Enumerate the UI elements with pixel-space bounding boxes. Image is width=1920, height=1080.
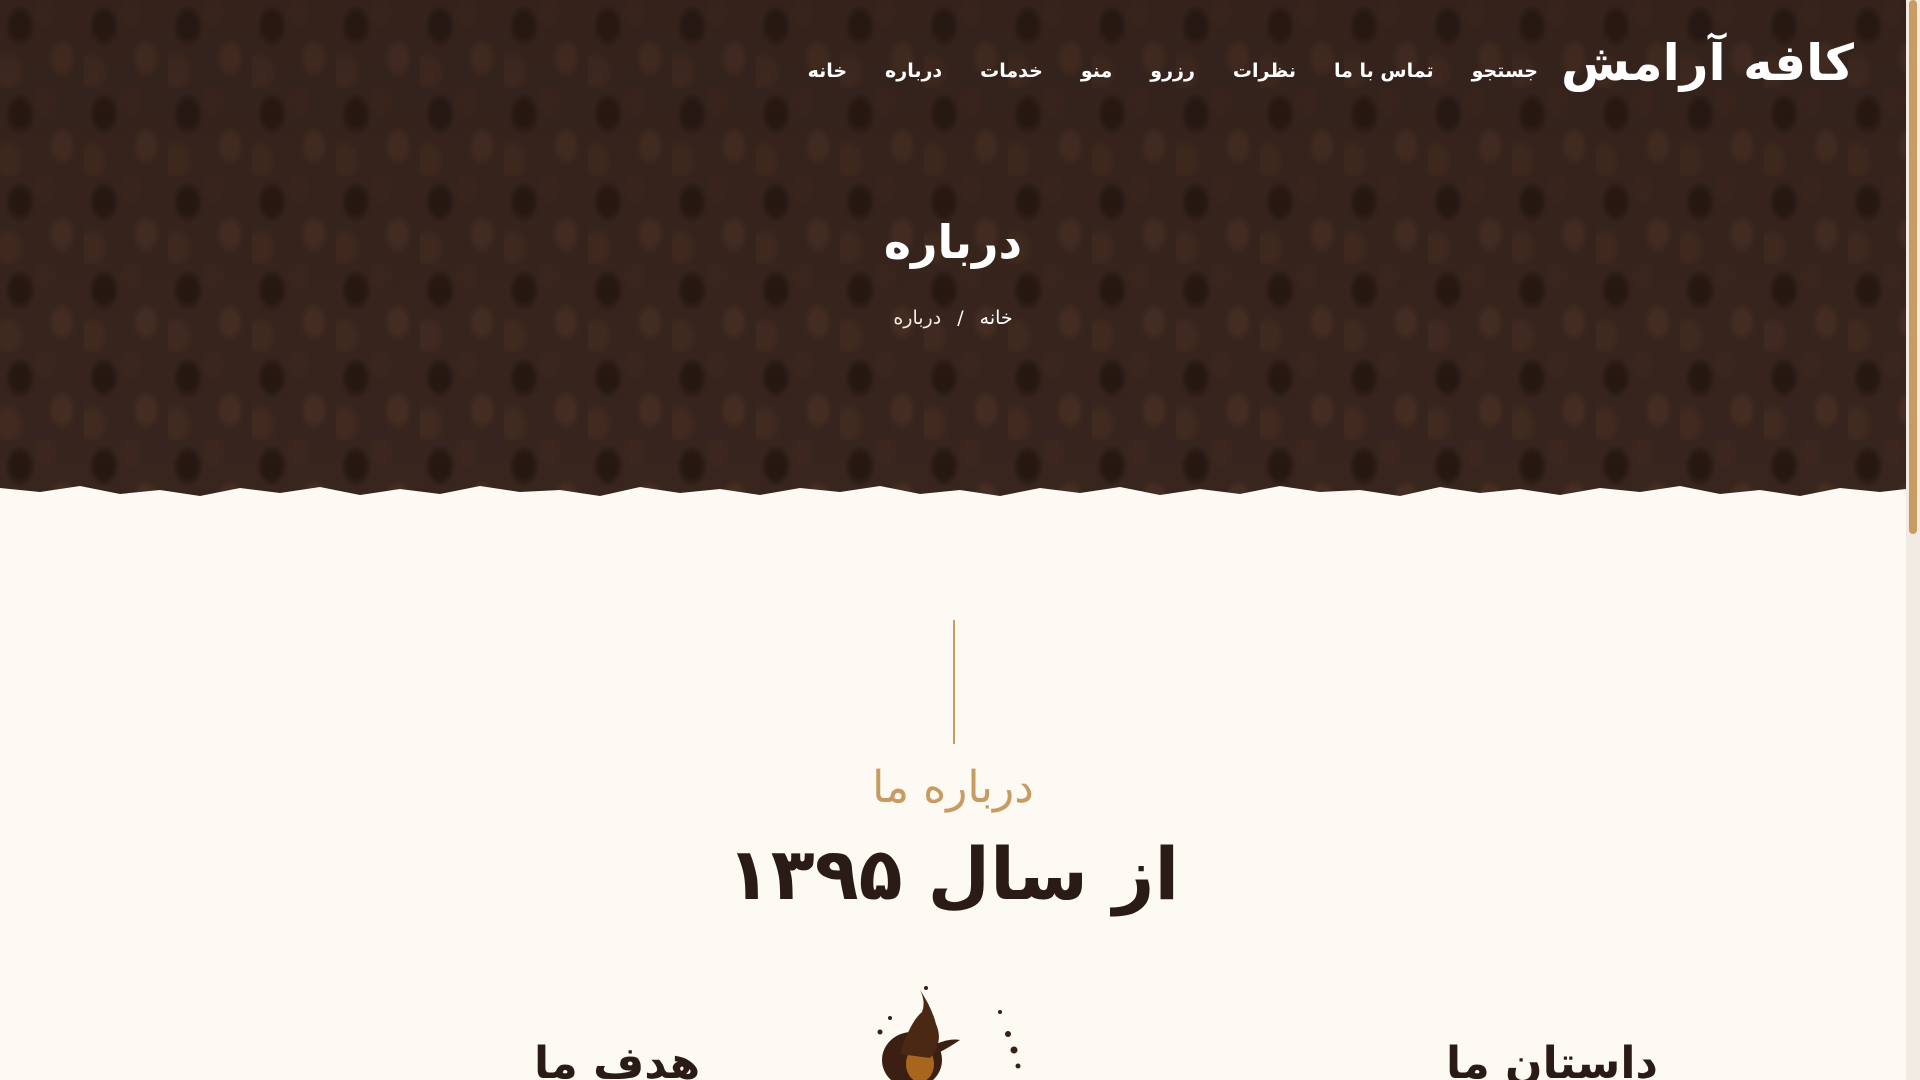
nav-home[interactable]: خانه	[808, 60, 847, 82]
torn-paper-edge	[0, 486, 1906, 508]
breadcrumb: خانه / درباره	[0, 307, 1906, 329]
nav-reviews[interactable]: نظرات	[1233, 60, 1296, 82]
main-nav: خانه درباره خدمات منو رزرو نظرات تماس با…	[808, 60, 1538, 82]
scrollbar-thumb[interactable]	[1909, 0, 1917, 534]
page-title: درباره	[883, 215, 1023, 269]
breadcrumb-current: درباره	[893, 307, 942, 329]
nav-contact[interactable]: تماس با ما	[1334, 60, 1434, 82]
nav-services[interactable]: خدمات	[980, 60, 1043, 82]
nav-about[interactable]: درباره	[885, 60, 942, 82]
nav-reservation[interactable]: رزرو	[1150, 60, 1195, 82]
section-divider-line	[953, 620, 955, 744]
section-title: از سال ۱۳۹۵	[726, 832, 1180, 916]
section-kicker: درباره ما	[872, 762, 1034, 813]
coffee-splash-image	[877, 986, 1021, 1080]
our-goal-heading: هدف ما	[534, 1038, 701, 1080]
scrollbar[interactable]	[1906, 0, 1920, 1080]
brand-logo[interactable]: کافه آرامش	[1561, 34, 1854, 92]
nav-search[interactable]: جستجو	[1472, 60, 1538, 82]
our-story-heading: داستان ما	[1445, 1038, 1658, 1080]
breadcrumb-home[interactable]: خانه	[980, 307, 1013, 329]
page: کافه آرامش خانه درباره خدمات منو رزرو نظ…	[0, 0, 1920, 1080]
nav-menu[interactable]: منو	[1081, 60, 1112, 82]
breadcrumb-separator: /	[957, 307, 964, 329]
